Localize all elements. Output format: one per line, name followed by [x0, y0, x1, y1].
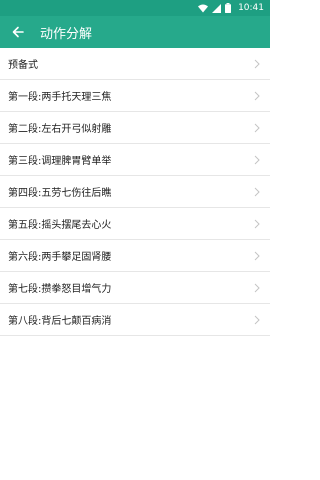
signal-icon	[212, 3, 222, 13]
list-item-section-8[interactable]: 第八段:背后七颠百病消	[0, 304, 270, 336]
list-item-section-6[interactable]: 第六段:两手攀足固肾腰	[0, 240, 270, 272]
list-item-label: 第六段:两手攀足固肾腰	[8, 252, 112, 263]
chevron-right-icon	[252, 249, 262, 263]
list-item-section-2[interactable]: 第二段:左右开弓似射雕	[0, 112, 270, 144]
list-item-label: 第一段:两手托天理三焦	[8, 92, 112, 103]
back-button[interactable]	[2, 16, 34, 48]
list-item-section-5[interactable]: 第五段:摇头摆尾去心火	[0, 208, 270, 240]
page-title: 动作分解	[40, 26, 93, 42]
list-item-label: 第八段:背后七颠百病消	[8, 316, 112, 327]
list-item-section-4[interactable]: 第四段:五劳七伤往后瞧	[0, 176, 270, 208]
list-item-label: 第五段:摇头摆尾去心火	[8, 220, 112, 231]
list-item-section-7[interactable]: 第七段:攒拳怒目增气力	[0, 272, 270, 304]
list-item-label: 第四段:五劳七伤往后瞧	[8, 188, 112, 199]
chevron-right-icon	[252, 281, 262, 295]
list-item-section-3[interactable]: 第三段:调理脾胃臂单举	[0, 144, 270, 176]
list-item-label: 第二段:左右开弓似射雕	[8, 124, 112, 135]
list-item-label: 第三段:调理脾胃臂单举	[8, 156, 112, 167]
list-item-label: 预备式	[8, 60, 38, 71]
battery-icon	[225, 3, 232, 13]
chevron-right-icon	[252, 313, 262, 327]
chevron-right-icon	[252, 89, 262, 103]
chevron-right-icon	[252, 57, 262, 71]
action-list: 预备式 第一段:两手托天理三焦 第二段:左右开弓似射雕 第三段:调理脾胃臂单举 …	[0, 48, 270, 336]
wifi-icon	[198, 4, 209, 13]
status-bar: 10:41	[0, 0, 270, 16]
chevron-right-icon	[252, 153, 262, 167]
chevron-right-icon	[252, 121, 262, 135]
chevron-right-icon	[252, 185, 262, 199]
status-icons: 10:41	[198, 3, 264, 13]
list-item-preparation[interactable]: 预备式	[0, 48, 270, 80]
status-time: 10:41	[238, 3, 264, 13]
chevron-right-icon	[252, 217, 262, 231]
list-item-label: 第七段:攒拳怒目增气力	[8, 284, 112, 295]
arrow-left-icon	[12, 23, 24, 42]
app-bar: 动作分解	[0, 16, 270, 48]
list-item-section-1[interactable]: 第一段:两手托天理三焦	[0, 80, 270, 112]
